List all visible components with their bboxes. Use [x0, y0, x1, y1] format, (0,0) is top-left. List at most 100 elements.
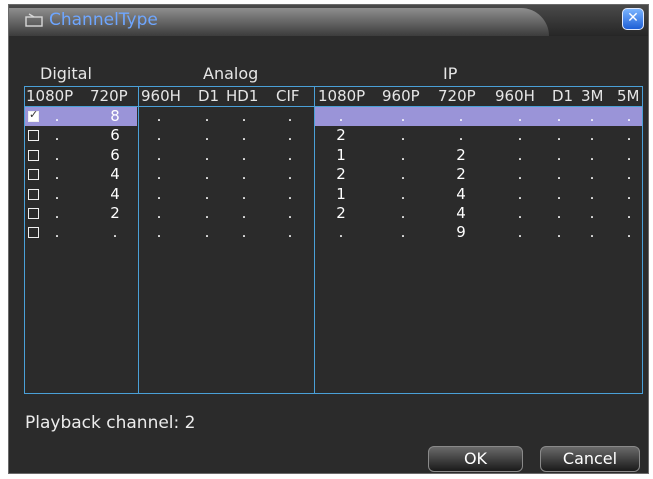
table-cell: .	[626, 204, 632, 222]
table-cell: 6	[110, 145, 120, 164]
col-header-digital-720p: 720P	[90, 87, 128, 105]
table-cell: 2	[456, 145, 466, 164]
row-checkbox[interactable]	[28, 108, 39, 122]
table-cell: 1	[336, 184, 346, 203]
row-checkbox[interactable]	[28, 188, 39, 200]
col-header-ip-960p: 960P	[382, 87, 420, 105]
table-cell: .	[241, 126, 247, 145]
table-cell: .	[626, 145, 632, 164]
table-cell: .	[156, 126, 162, 145]
table-cell: 2	[336, 126, 346, 145]
table-cell: .	[517, 145, 523, 164]
col-header-digital-1080p: 1080P	[26, 87, 74, 105]
col-header-analog-cif: CIF	[276, 87, 300, 105]
table-cell: .	[54, 204, 60, 222]
table-cell: .	[204, 204, 210, 222]
table-cell: .	[556, 204, 562, 222]
table-cell: .	[556, 165, 562, 184]
table-cell: .	[204, 145, 210, 164]
table-cell: .	[400, 223, 406, 242]
row-checkbox[interactable]	[28, 208, 39, 219]
col-header-ip-d1: D1	[552, 87, 574, 105]
table-cell: .	[589, 126, 595, 145]
table-cell: .	[54, 107, 60, 125]
row-checkbox[interactable]	[28, 130, 39, 142]
table-cell: .	[517, 223, 523, 242]
table-cell: .	[556, 126, 562, 145]
table-cell: .	[204, 223, 210, 242]
table-cell: .	[287, 145, 293, 164]
col-header-analog-hd1: HD1	[226, 87, 259, 105]
digital-analog-divider	[138, 87, 139, 393]
col-header-ip-3m: 3M	[581, 87, 604, 105]
close-button[interactable]: ✕	[622, 8, 644, 30]
table-cell: .	[517, 107, 523, 125]
table-cell: .	[517, 126, 523, 145]
table-cell: .	[156, 204, 162, 222]
table-cell: .	[204, 107, 210, 125]
table-cell: .	[458, 107, 464, 125]
group-label-digital: Digital	[40, 64, 92, 83]
table-cell: .	[556, 184, 562, 203]
table-cell: .	[54, 165, 60, 184]
table-cell: .	[589, 107, 595, 125]
table-cell: .	[287, 165, 293, 184]
table-cell: .	[241, 145, 247, 164]
table-cell: .	[156, 107, 162, 125]
row-checkbox[interactable]	[28, 169, 39, 181]
table-cell: .	[589, 204, 595, 222]
channel-type-dialog: ChannelType ✕ Digital Analog IP 1080P 72…	[8, 4, 649, 474]
table-cell: .	[54, 184, 60, 203]
table-cell: .	[458, 126, 464, 145]
table-cell: .	[54, 145, 60, 164]
table-cell: 4	[456, 204, 466, 222]
table-cell: .	[241, 223, 247, 242]
table-cell: 6	[110, 126, 120, 145]
table-cell: .	[400, 126, 406, 145]
table-cell: .	[626, 184, 632, 203]
table-cell: .	[517, 165, 523, 184]
table-cell: .	[338, 107, 344, 125]
table-cell: .	[241, 184, 247, 203]
table-cell: .	[241, 107, 247, 125]
table-cell: .	[287, 184, 293, 203]
table-cell: 2	[456, 165, 466, 184]
table-cell: .	[287, 204, 293, 222]
table-cell: 4	[110, 165, 120, 184]
col-header-analog-960h: 960H	[141, 87, 181, 105]
table-cell: .	[589, 184, 595, 203]
table-cell: .	[400, 145, 406, 164]
table-cell: 2	[336, 204, 346, 222]
table-cell: .	[54, 223, 60, 242]
table-cell: .	[400, 165, 406, 184]
table-cell: .	[589, 145, 595, 164]
table-cell: .	[626, 165, 632, 184]
ok-button[interactable]: OK	[428, 446, 523, 472]
table-cell: .	[156, 184, 162, 203]
table-cell: .	[589, 165, 595, 184]
table-cell: .	[589, 223, 595, 242]
table-cell: .	[626, 107, 632, 125]
table-cell: 2	[110, 204, 120, 222]
table-cell: .	[241, 204, 247, 222]
col-header-ip-960h: 960H	[495, 87, 535, 105]
table-cell: .	[517, 184, 523, 203]
col-header-ip-5m: 5M	[617, 87, 640, 105]
table-cell: .	[556, 107, 562, 125]
table-cell: .	[287, 126, 293, 145]
playback-channel-label: Playback channel: 2	[25, 413, 196, 433]
table-cell: .	[400, 204, 406, 222]
cancel-button[interactable]: Cancel	[540, 446, 640, 472]
table-cell: .	[556, 223, 562, 242]
close-icon: ✕	[627, 10, 639, 26]
row-checkbox[interactable]	[28, 227, 39, 239]
table-cell: .	[556, 145, 562, 164]
table-cell: .	[204, 184, 210, 203]
col-header-analog-d1: D1	[198, 87, 220, 105]
table-cell: .	[54, 126, 60, 145]
table-cell: .	[112, 223, 118, 242]
table-cell: .	[517, 204, 523, 222]
channel-icon	[25, 13, 43, 27]
row-checkbox[interactable]	[28, 149, 39, 161]
table-cell: .	[204, 165, 210, 184]
